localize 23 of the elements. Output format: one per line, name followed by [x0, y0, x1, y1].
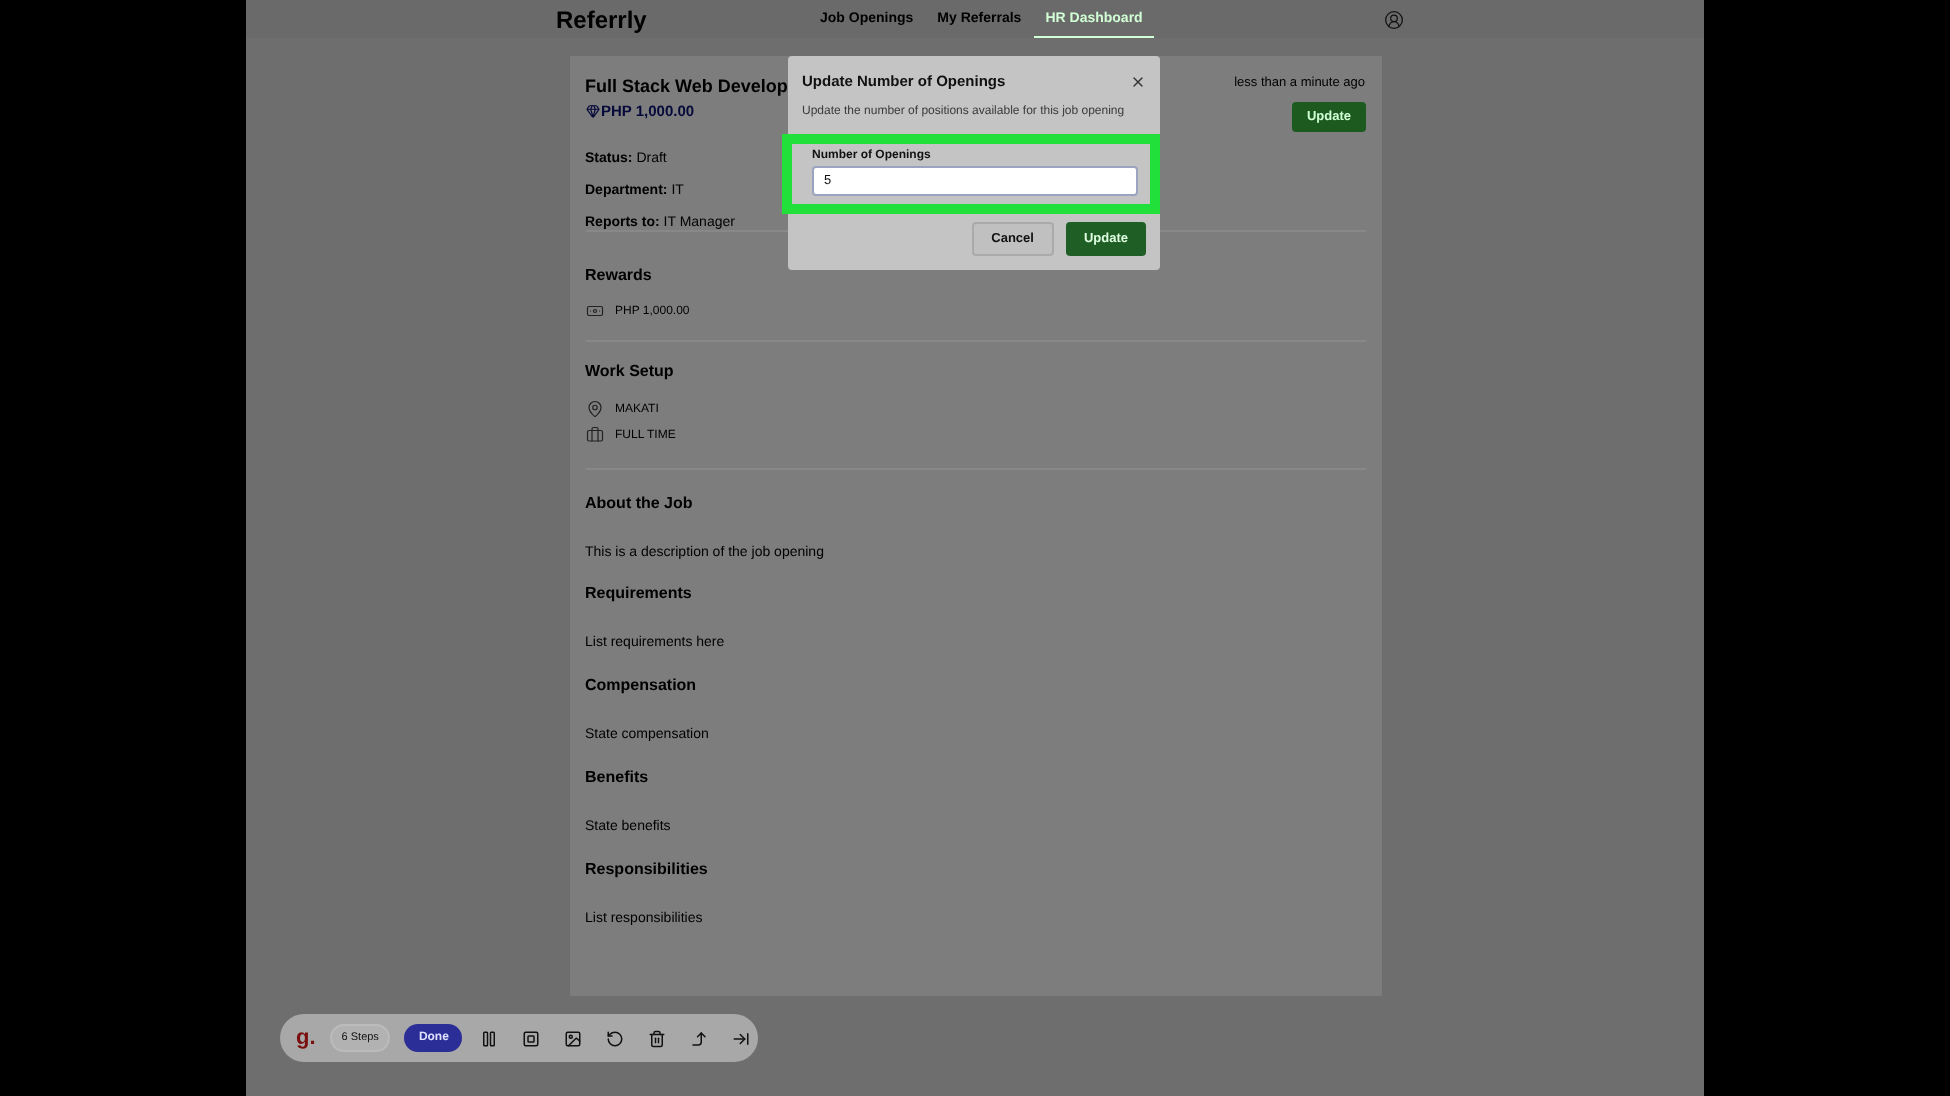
close-icon[interactable]	[1130, 73, 1146, 89]
stop-icon[interactable]	[522, 1029, 541, 1047]
section-heading: Work Setup	[585, 362, 676, 380]
user-avatar-icon[interactable]	[1384, 9, 1404, 29]
map-pin-icon	[585, 400, 603, 418]
section-heading: Rewards	[585, 266, 654, 284]
share-arrow-icon[interactable]	[690, 1029, 709, 1047]
gem-icon	[585, 104, 599, 118]
section-heading: Responsibilities	[585, 860, 710, 878]
briefcase-icon	[585, 426, 603, 444]
section-heading: About the Job	[585, 494, 695, 512]
undo-icon[interactable]	[606, 1029, 625, 1047]
money-icon	[585, 302, 603, 320]
section-heading: Requirements	[585, 584, 694, 602]
section-heading: Benefits	[585, 768, 651, 786]
pause-icon[interactable]	[480, 1029, 499, 1047]
section-heading: Compensation	[585, 676, 699, 694]
image-icon[interactable]	[564, 1029, 583, 1047]
trash-icon[interactable]	[648, 1029, 667, 1047]
job-title: Full Stack Web Develop	[585, 76, 788, 96]
brand-logo: Referrly	[556, 5, 649, 33]
exit-icon[interactable]	[732, 1029, 751, 1047]
recorder-logo: g.	[296, 1026, 316, 1050]
